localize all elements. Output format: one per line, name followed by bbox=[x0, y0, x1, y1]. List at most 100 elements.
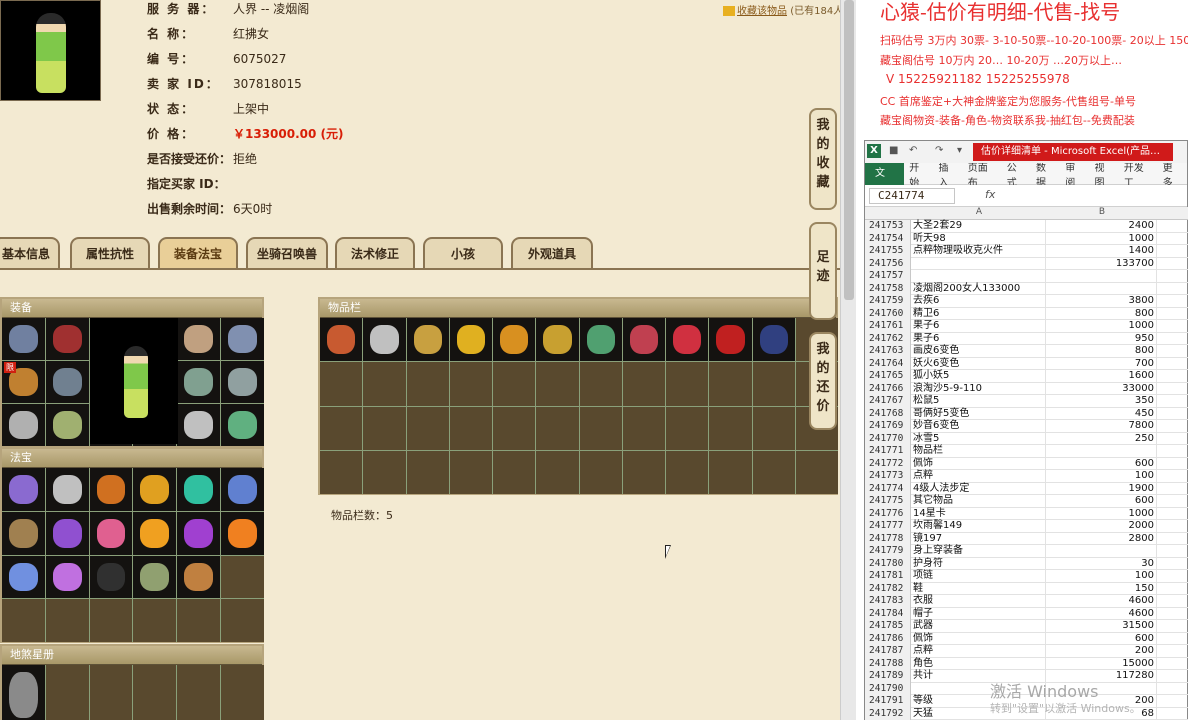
cell-b[interactable]: 350 bbox=[1047, 395, 1157, 408]
cell-b[interactable]: 250 bbox=[1047, 432, 1157, 445]
equipment-slot[interactable] bbox=[177, 318, 221, 360]
cell-b[interactable]: 7800 bbox=[1047, 420, 1157, 433]
cell-b[interactable]: 33000 bbox=[1047, 382, 1157, 395]
cell-b[interactable]: 1900 bbox=[1047, 482, 1157, 495]
fabao-slot[interactable] bbox=[221, 468, 264, 511]
name-box[interactable]: C241774 bbox=[869, 188, 955, 204]
cell-a[interactable] bbox=[912, 257, 1046, 270]
equipment-slot[interactable] bbox=[177, 404, 221, 446]
tab-mounts-pets[interactable]: 坐骑召唤兽 bbox=[246, 237, 328, 270]
row-number[interactable]: 241753 bbox=[865, 220, 911, 233]
cell-a[interactable]: 4级人法步定 bbox=[912, 482, 1046, 495]
row-number[interactable]: 241765 bbox=[865, 370, 911, 383]
equipment-slot[interactable] bbox=[221, 318, 264, 360]
cell-b[interactable]: 2800 bbox=[1047, 532, 1157, 545]
cell-a[interactable]: 松鼠5 bbox=[912, 395, 1046, 408]
cell-a[interactable]: 果子6 bbox=[912, 332, 1046, 345]
row-number[interactable]: 241778 bbox=[865, 532, 911, 545]
row-number[interactable]: 241770 bbox=[865, 432, 911, 445]
cell-a[interactable]: 妖火6变色 bbox=[912, 357, 1046, 370]
cell-a[interactable]: 妙音6变色 bbox=[912, 420, 1046, 433]
ribbon-layout-tab[interactable]: 页面布 bbox=[963, 159, 1002, 189]
column-a-header[interactable]: A bbox=[912, 207, 1046, 217]
inventory-slot[interactable] bbox=[363, 318, 406, 362]
ribbon-data-tab[interactable]: 数据 bbox=[1031, 159, 1060, 189]
fabao-slot[interactable] bbox=[133, 511, 177, 555]
cell-a[interactable]: 其它物品 bbox=[912, 495, 1046, 508]
undo-icon[interactable]: ↶ bbox=[909, 145, 921, 157]
row-number[interactable]: 241792 bbox=[865, 707, 911, 720]
row-number[interactable]: 241787 bbox=[865, 645, 911, 658]
inventory-slot[interactable] bbox=[622, 318, 665, 362]
row-number[interactable]: 241756 bbox=[865, 257, 911, 270]
cell-a[interactable]: 凌烟阁200女人133000 bbox=[912, 282, 1046, 295]
equipment-slot[interactable] bbox=[221, 404, 264, 446]
fx-icon[interactable]: fx bbox=[985, 188, 995, 201]
cell-a[interactable]: 画皮6变色 bbox=[912, 345, 1046, 358]
cell-b[interactable]: 100 bbox=[1047, 470, 1157, 483]
row-number[interactable]: 241763 bbox=[865, 345, 911, 358]
fabao-slot[interactable] bbox=[221, 511, 264, 555]
row-number[interactable]: 241783 bbox=[865, 595, 911, 608]
tab-appearance[interactable]: 外观道具 bbox=[511, 237, 593, 270]
cell-a[interactable]: 武器 bbox=[912, 620, 1046, 633]
favorite-link-text[interactable]: 收藏该物品 bbox=[737, 6, 787, 17]
tab-resistance[interactable]: 属性抗性 bbox=[70, 237, 150, 270]
ribbon-insert-tab[interactable]: 插入 bbox=[934, 159, 963, 189]
cell-b[interactable]: 2000 bbox=[1047, 520, 1157, 533]
inventory-slot[interactable] bbox=[493, 318, 536, 362]
cell-a[interactable]: 14星卡 bbox=[912, 507, 1046, 520]
cell-a[interactable]: 鞋 bbox=[912, 582, 1046, 595]
cell-a[interactable]: 浪淘沙5-9-110 bbox=[912, 382, 1046, 395]
cell-b[interactable]: 1000 bbox=[1047, 232, 1157, 245]
equipment-slot[interactable] bbox=[2, 318, 45, 360]
row-number[interactable]: 241767 bbox=[865, 395, 911, 408]
ribbon-view-tab[interactable]: 视图 bbox=[1090, 159, 1119, 189]
equipment-slot[interactable] bbox=[45, 361, 89, 403]
cell-b[interactable]: 3800 bbox=[1047, 295, 1157, 308]
fabao-slot[interactable] bbox=[2, 555, 45, 599]
row-number[interactable]: 241776 bbox=[865, 507, 911, 520]
cell-b[interactable]: 30 bbox=[1047, 557, 1157, 570]
cell-b[interactable]: 450 bbox=[1047, 407, 1157, 420]
fabao-slot[interactable] bbox=[89, 511, 133, 555]
ribbon-developer-tab[interactable]: 开发工 bbox=[1119, 159, 1158, 189]
row-number[interactable]: 241788 bbox=[865, 657, 911, 670]
row-number[interactable]: 241755 bbox=[865, 245, 911, 258]
row-number[interactable]: 241789 bbox=[865, 670, 911, 683]
cell-a[interactable]: 精卫6 bbox=[912, 307, 1046, 320]
fabao-slot[interactable] bbox=[177, 511, 221, 555]
ribbon-review-tab[interactable]: 审阅 bbox=[1060, 159, 1089, 189]
row-number[interactable]: 241791 bbox=[865, 695, 911, 708]
cell-b[interactable]: 1000 bbox=[1047, 320, 1157, 333]
cell-b[interactable]: 100 bbox=[1047, 570, 1157, 583]
row-number[interactable]: 241758 bbox=[865, 282, 911, 295]
row-number[interactable]: 241762 bbox=[865, 332, 911, 345]
tab-basic-info[interactable]: 基本信息 bbox=[0, 237, 60, 270]
cell-a[interactable]: 帽子 bbox=[912, 607, 1046, 620]
row-number[interactable]: 241773 bbox=[865, 470, 911, 483]
cell-a[interactable]: 听天98 bbox=[912, 232, 1046, 245]
row-number[interactable]: 241774 bbox=[865, 482, 911, 495]
row-number[interactable]: 241766 bbox=[865, 382, 911, 395]
cell-a[interactable]: 点粹 bbox=[912, 470, 1046, 483]
fabao-slot[interactable] bbox=[89, 468, 133, 511]
row-number[interactable]: 241784 bbox=[865, 607, 911, 620]
cell-a[interactable]: 项链 bbox=[912, 570, 1046, 583]
cell-b[interactable]: 31500 bbox=[1047, 620, 1157, 633]
fabao-slot[interactable] bbox=[2, 511, 45, 555]
cell-b[interactable]: 4600 bbox=[1047, 595, 1157, 608]
fabao-slot[interactable] bbox=[177, 555, 221, 599]
spreadsheet-grid[interactable]: A B 241753 大圣2套29 2400 241754 听天98 1000 241755… bbox=[865, 207, 1188, 720]
cell-a[interactable]: 坎雨馨149 bbox=[912, 520, 1046, 533]
row-number[interactable]: 241779 bbox=[865, 545, 911, 558]
cell-b[interactable]: 15000 bbox=[1047, 657, 1157, 670]
cell-a[interactable]: 冰雪5 bbox=[912, 432, 1046, 445]
cell-a[interactable]: 身上穿装备 bbox=[912, 545, 1046, 558]
save-icon[interactable]: ■ bbox=[889, 145, 901, 157]
cell-a[interactable]: 点粹物理吸收克火件 bbox=[912, 245, 1046, 258]
row-number[interactable]: 241760 bbox=[865, 307, 911, 320]
cell-b[interactable]: 600 bbox=[1047, 457, 1157, 470]
cell-a[interactable] bbox=[912, 270, 1046, 283]
row-number[interactable]: 241782 bbox=[865, 582, 911, 595]
